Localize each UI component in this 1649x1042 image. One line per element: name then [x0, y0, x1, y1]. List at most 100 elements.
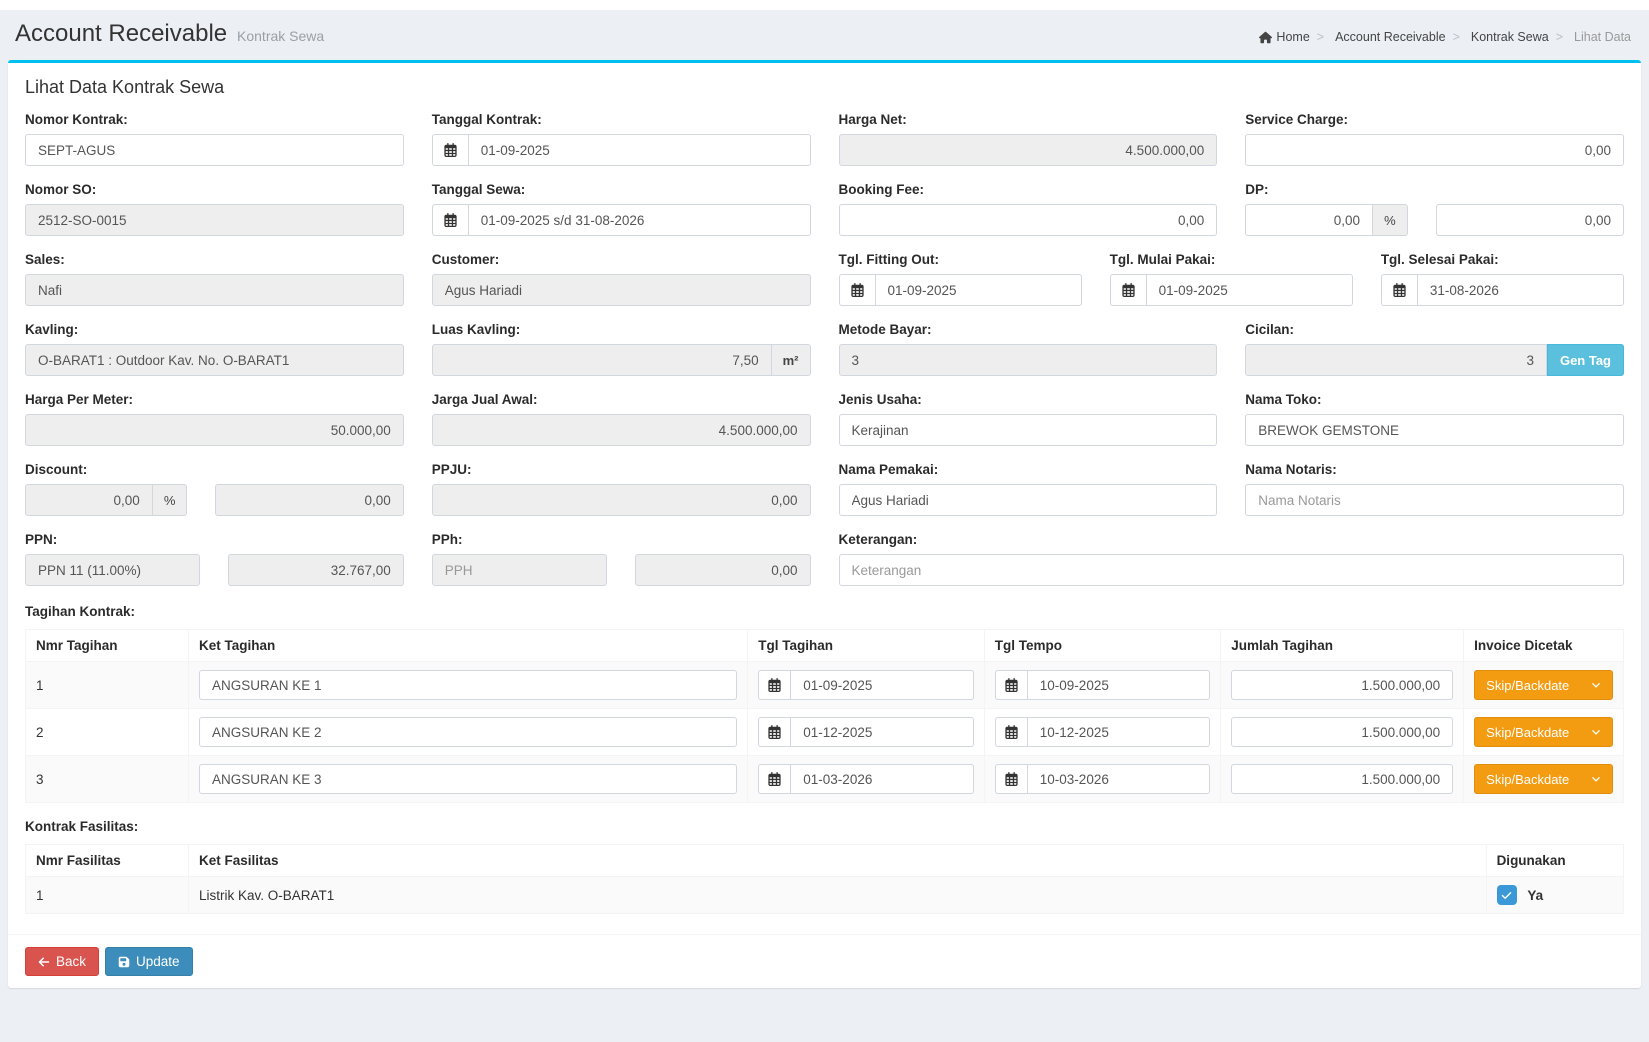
keterangan-input[interactable]: [839, 554, 1625, 586]
discount-label: Discount:: [25, 462, 404, 477]
tgl-tempo-input[interactable]: [1027, 717, 1211, 747]
tagihan-row-number: 1: [26, 662, 189, 709]
booking-fee-label: Booking Fee:: [839, 182, 1218, 197]
invoice-dicetak-select[interactable]: Skip/Backdate: [1474, 670, 1613, 700]
fasilitas-row-ket: Listrik Kav. O-BARAT1: [188, 877, 1486, 914]
breadcrumb-kontrak-sewa[interactable]: Kontrak Sewa: [1446, 30, 1549, 44]
luas-kavling-label: Luas Kavling:: [432, 322, 811, 337]
calendar-icon: [758, 670, 790, 700]
harga-per-meter-label: Harga Per Meter:: [25, 392, 404, 407]
kavling-input: [25, 344, 404, 376]
jarga-jual-awal-input: [432, 414, 811, 446]
calendar-icon: [758, 764, 790, 794]
tagihan-header-jumlah: Jumlah Tagihan: [1221, 630, 1464, 662]
tgl-fitting-out-input[interactable]: [875, 274, 1082, 306]
tagihan-header-ket: Ket Tagihan: [188, 630, 747, 662]
tgl-tagihan-input[interactable]: [790, 764, 974, 794]
update-button-label: Update: [136, 954, 180, 969]
service-charge-input[interactable]: [1245, 134, 1624, 166]
calendar-icon: [432, 134, 468, 166]
jumlah-tagihan-input[interactable]: [1231, 764, 1453, 794]
breadcrumb-home[interactable]: Home: [1259, 30, 1309, 44]
tagihan-header-invoice: Invoice Dicetak: [1464, 630, 1624, 662]
ket-tagihan-input[interactable]: [199, 764, 737, 794]
nama-toko-input[interactable]: [1245, 414, 1624, 446]
tgl-tagihan-input[interactable]: [790, 670, 974, 700]
home-icon: [1259, 31, 1272, 44]
gen-tag-button[interactable]: Gen Tag: [1547, 344, 1624, 376]
breadcrumb: Home Account Receivable Kontrak Sewa Lih…: [1259, 30, 1631, 44]
kontrak-fasilitas-label: Kontrak Fasilitas:: [25, 819, 1624, 834]
kavling-label: Kavling:: [25, 322, 404, 337]
invoice-dicetak-value: Skip/Backdate: [1486, 678, 1569, 693]
table-row: 3: [26, 756, 1624, 803]
cicilan-input: [1245, 344, 1547, 376]
tgl-fitting-out-label: Tgl. Fitting Out:: [839, 252, 1082, 267]
nomor-so-input: [25, 204, 404, 236]
tgl-tagihan-input[interactable]: [790, 717, 974, 747]
jarga-jual-awal-label: Jarga Jual Awal:: [432, 392, 811, 407]
cicilan-label: Cicilan:: [1245, 322, 1624, 337]
page-title: Account Receivable: [15, 20, 227, 48]
harga-net-input: [839, 134, 1218, 166]
discount-percent-input: [25, 484, 153, 516]
update-button[interactable]: Update: [105, 947, 193, 976]
tgl-selesai-pakai-label: Tgl. Selesai Pakai:: [1381, 252, 1624, 267]
tanggal-sewa-input[interactable]: [468, 204, 811, 236]
tgl-tempo-input[interactable]: [1027, 764, 1211, 794]
dp-amount-input[interactable]: [1436, 204, 1624, 236]
calendar-icon: [1110, 274, 1146, 306]
breadcrumb-account-receivable[interactable]: Account Receivable: [1310, 30, 1446, 44]
back-button-label: Back: [56, 954, 86, 969]
sales-input: [25, 274, 404, 306]
table-row: 1: [26, 662, 1624, 709]
jenis-usaha-input[interactable]: [839, 414, 1218, 446]
tagihan-header-tgl-tagihan: Tgl Tagihan: [748, 630, 985, 662]
booking-fee-input[interactable]: [839, 204, 1218, 236]
customer-label: Customer:: [432, 252, 811, 267]
digunakan-checkbox[interactable]: [1497, 885, 1517, 905]
ket-tagihan-input[interactable]: [199, 670, 737, 700]
tgl-mulai-pakai-label: Tgl. Mulai Pakai:: [1110, 252, 1353, 267]
breadcrumb-lihat-data: Lihat Data: [1549, 30, 1631, 44]
breadcrumb-home-label: Home: [1276, 30, 1309, 44]
jumlah-tagihan-input[interactable]: [1231, 717, 1453, 747]
nama-notaris-label: Nama Notaris:: [1245, 462, 1624, 477]
luas-kavling-input: [432, 344, 772, 376]
arrow-left-icon: [38, 956, 50, 968]
tagihan-row-number: 2: [26, 709, 189, 756]
nama-pemakai-input[interactable]: [839, 484, 1218, 516]
nama-pemakai-label: Nama Pemakai:: [839, 462, 1218, 477]
tgl-selesai-pakai-input[interactable]: [1417, 274, 1624, 306]
nomor-kontrak-input[interactable]: [25, 134, 404, 166]
tgl-mulai-pakai-input[interactable]: [1146, 274, 1353, 306]
calendar-icon: [432, 204, 468, 236]
table-row: 1 Listrik Kav. O-BARAT1 Ya: [26, 877, 1624, 914]
ket-tagihan-input[interactable]: [199, 717, 737, 747]
metode-bayar-label: Metode Bayar:: [839, 322, 1218, 337]
ppju-label: PPJU:: [432, 462, 811, 477]
keterangan-label: Keterangan:: [839, 532, 1625, 547]
invoice-dicetak-select[interactable]: Skip/Backdate: [1474, 764, 1613, 794]
jumlah-tagihan-input[interactable]: [1231, 670, 1453, 700]
box-title: Lihat Data Kontrak Sewa: [25, 77, 1624, 98]
check-icon: [1501, 890, 1512, 901]
tanggal-sewa-label: Tanggal Sewa:: [432, 182, 811, 197]
invoice-dicetak-select[interactable]: Skip/Backdate: [1474, 717, 1613, 747]
fasilitas-row-number: 1: [26, 877, 189, 914]
digunakan-checkbox-label: Ya: [1527, 888, 1543, 903]
percent-addon: %: [1373, 204, 1408, 236]
tagihan-row-number: 3: [26, 756, 189, 803]
tanggal-kontrak-input[interactable]: [468, 134, 811, 166]
dp-percent-input[interactable]: [1245, 204, 1373, 236]
kontrak-sewa-box: Lihat Data Kontrak Sewa Nomor Kontrak: T…: [8, 60, 1641, 988]
back-button[interactable]: Back: [25, 947, 99, 976]
ppju-input: [432, 484, 811, 516]
chevron-down-icon: [1591, 680, 1601, 690]
tgl-tempo-input[interactable]: [1027, 670, 1211, 700]
harga-net-label: Harga Net:: [839, 112, 1218, 127]
nama-notaris-input[interactable]: [1245, 484, 1624, 516]
kontrak-fasilitas-table: Nmr Fasilitas Ket Fasilitas Digunakan 1 …: [25, 844, 1624, 914]
tagihan-header-tgl-tempo: Tgl Tempo: [984, 630, 1221, 662]
top-strip: [0, 0, 1649, 10]
